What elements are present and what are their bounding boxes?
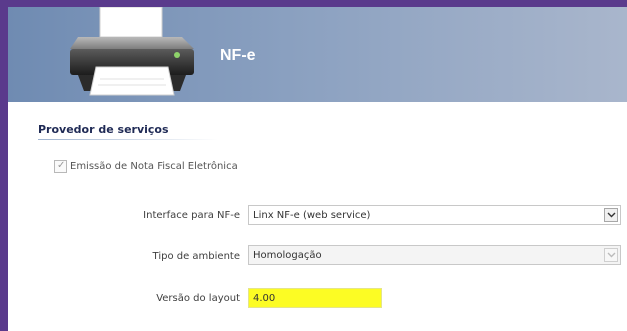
interface-dropdown-button[interactable] [604, 208, 618, 222]
layout-version-input[interactable]: 4.00 [248, 288, 382, 308]
printer-icon [70, 7, 194, 96]
layout-label: Versão do layout [156, 293, 240, 304]
ambiente-label: Tipo de ambiente [152, 251, 240, 262]
chevron-down-icon [607, 212, 616, 218]
header-banner: NF-e [8, 7, 627, 102]
checkmark-icon: ✓ [57, 160, 66, 171]
nfe-emission-label: Emissão de Nota Fiscal Eletrônica [70, 161, 238, 172]
ambiente-select-value: Homologação [253, 250, 322, 261]
ambiente-select[interactable]: Homologação [248, 245, 621, 265]
layout-version-value: 4.00 [253, 293, 276, 304]
interface-select[interactable]: Linx NF-e (web service) [248, 205, 621, 225]
section-title: Provedor de serviços [38, 123, 169, 136]
nfe-settings-panel: NF-e Provedor de serviços ✓ Emissão de N… [8, 7, 627, 331]
nfe-emission-option[interactable]: ✓ Emissão de Nota Fiscal Eletrônica [54, 160, 238, 173]
ambiente-dropdown-button[interactable] [604, 248, 618, 262]
section-divider [38, 139, 218, 140]
interface-label: Interface para NF-e [143, 210, 240, 221]
interface-select-value: Linx NF-e (web service) [253, 210, 371, 221]
nfe-emission-checkbox[interactable]: ✓ [54, 160, 67, 173]
chevron-down-icon [607, 252, 616, 258]
header-title: NF-e [220, 47, 256, 64]
